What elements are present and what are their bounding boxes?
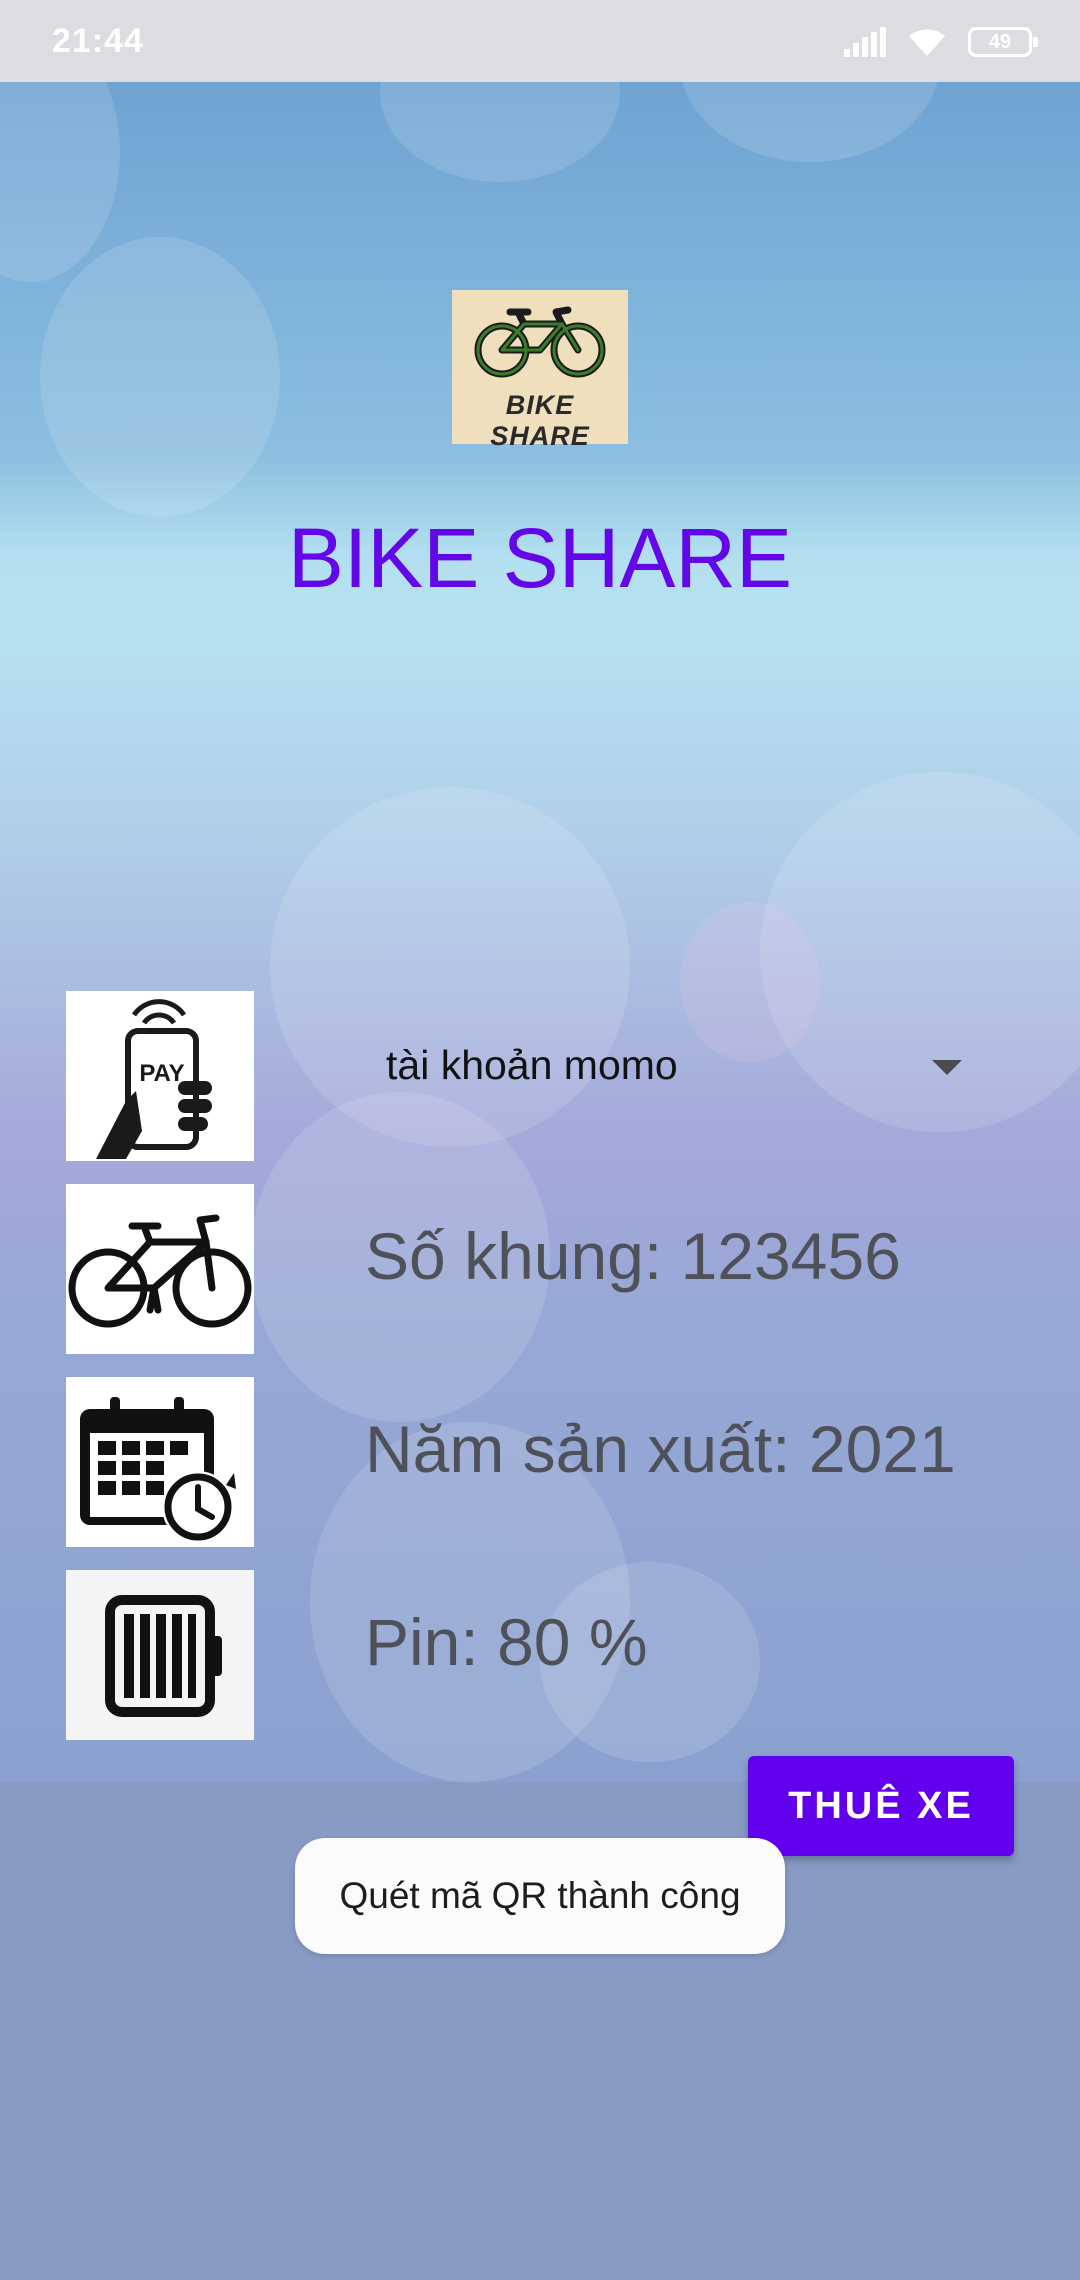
bicycle-icon	[474, 306, 606, 378]
frame-number-text: Số khung: 123456	[365, 1219, 901, 1293]
year-icon-box	[66, 1377, 254, 1547]
bike-share-screen: 21:44 49 BIKE SHARE BIKE SHARE PAY tài k…	[0, 0, 1080, 2280]
battery-level-text: Pin: 80 %	[365, 1605, 648, 1679]
svg-text:PAY: PAY	[139, 1060, 184, 1087]
app-logo: BIKE SHARE	[452, 290, 628, 451]
payment-icon-box: PAY	[66, 991, 254, 1161]
logo-text: BIKE SHARE	[490, 390, 590, 451]
payment-method-value: tài khoản momo	[386, 1042, 678, 1088]
dropdown-arrow-icon	[932, 1060, 962, 1075]
frame-icon-box	[66, 1184, 254, 1354]
signal-icon	[844, 27, 886, 57]
battery-icon-box	[66, 1570, 254, 1740]
rent-bike-button[interactable]: THUÊ XE	[748, 1756, 1014, 1856]
payment-method-dropdown[interactable]: tài khoản momo	[386, 1030, 986, 1106]
status-time: 21:44	[52, 22, 144, 60]
calendar-clock-icon	[80, 1397, 236, 1543]
manufacture-year-text: Năm sản xuất: 2021	[365, 1412, 956, 1486]
app-title: BIKE SHARE	[287, 511, 793, 605]
status-icons: 49	[844, 22, 1038, 62]
pay-phone-icon: PAY	[96, 999, 212, 1159]
battery-level: 49	[988, 31, 1012, 53]
bicycle-icon	[68, 1214, 252, 1328]
status-bar: 21:44 49	[0, 0, 1080, 82]
wifi-icon	[909, 29, 945, 56]
battery-icon	[66, 1570, 254, 1740]
battery-icon: 49	[968, 27, 1038, 57]
toast-message: Quét mã QR thành công	[295, 1838, 785, 1954]
